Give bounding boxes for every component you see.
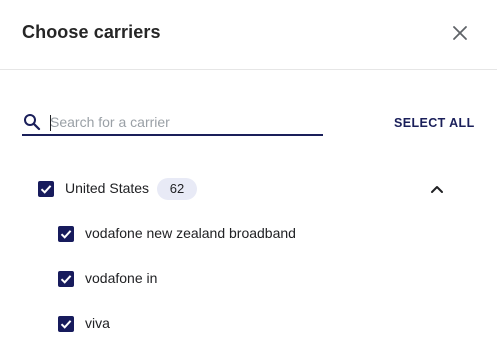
carrier-count-badge: 62 (157, 178, 197, 200)
checkmark-icon (60, 230, 72, 239)
search-input[interactable] (50, 112, 320, 132)
carrier-label: vodafone new zealand broadband (85, 225, 296, 241)
close-icon (453, 26, 467, 40)
collapse-toggle[interactable] (428, 180, 446, 198)
checkmark-icon (40, 185, 52, 194)
checkmark-icon (60, 320, 72, 329)
carrier-checkbox[interactable] (58, 316, 74, 332)
checkmark-icon (60, 275, 72, 284)
text-cursor (50, 115, 51, 131)
country-checkbox[interactable] (38, 181, 54, 197)
search-icon (24, 114, 41, 131)
search-field[interactable] (22, 108, 323, 136)
dialog-header: Choose carriers (0, 0, 497, 70)
country-label: United States (65, 180, 150, 196)
select-all-button[interactable]: SELECT ALL (394, 116, 475, 130)
carrier-label: vodafone in (85, 270, 158, 286)
carrier-label: viva (85, 315, 110, 331)
choose-carriers-dialog: Choose carriers SELECT ALL United States… (0, 0, 497, 342)
close-button[interactable] (449, 22, 471, 44)
dialog-title: Choose carriers (22, 22, 161, 42)
chevron-up-icon (431, 186, 443, 193)
carrier-checkbox[interactable] (58, 271, 74, 287)
carrier-checkbox[interactable] (58, 226, 74, 242)
